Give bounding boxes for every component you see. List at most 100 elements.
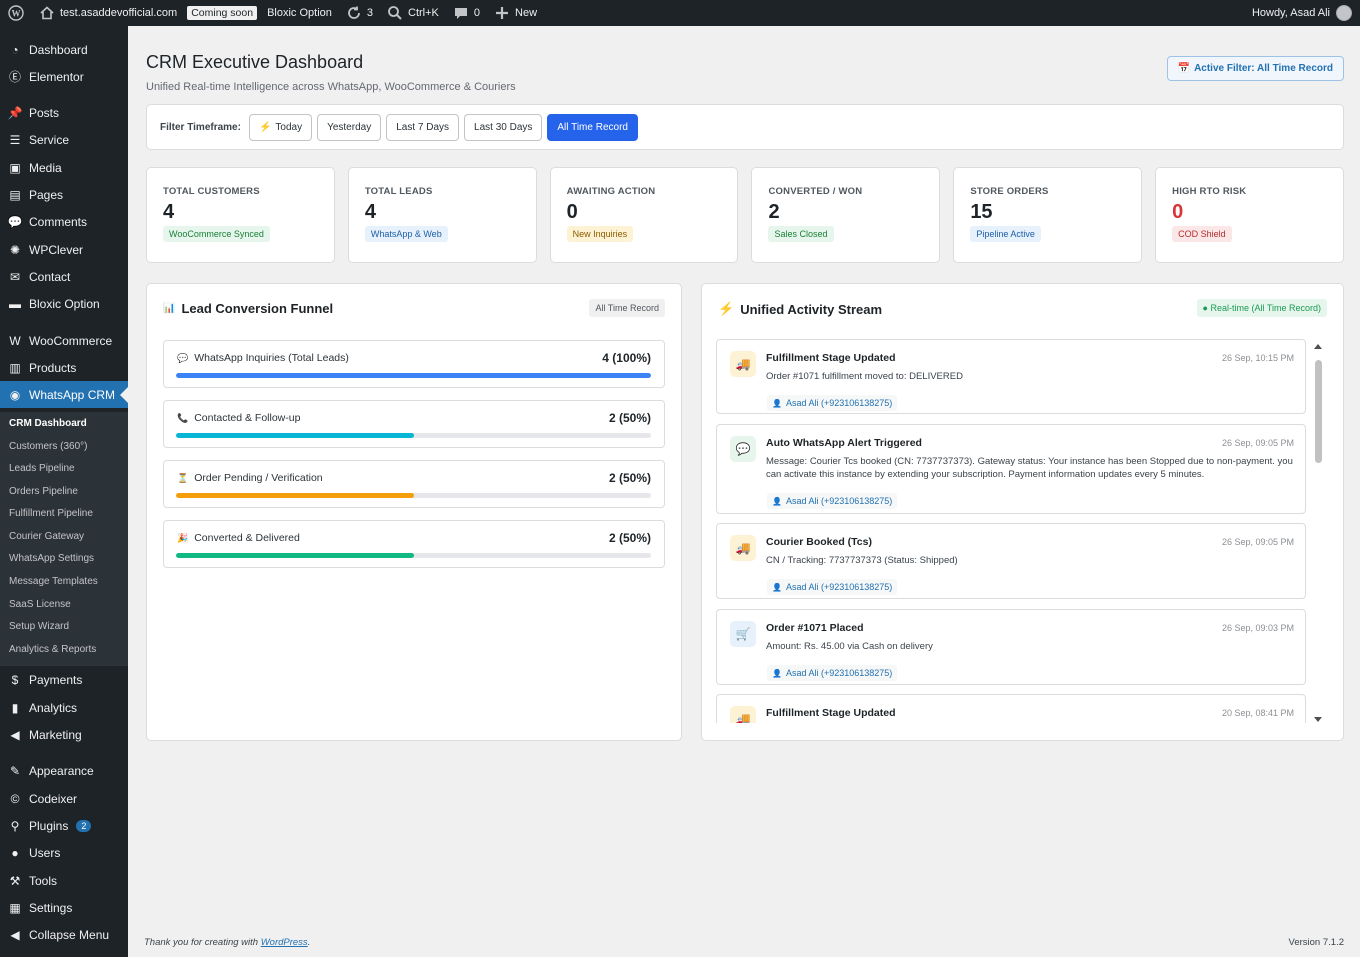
lightbulb-icon: ✺ [9, 242, 21, 257]
stats-row: TOTAL CUSTOMERS 4 WooCommerce Synced TOTAL … [146, 167, 1344, 263]
sidebar-item-pages[interactable]: ▤ Pages [0, 181, 128, 208]
sidebar-item-payments[interactable]: $ Payments [0, 666, 128, 693]
submenu-item-fulfillment-pipeline[interactable]: Fulfillment Pipeline [9, 508, 93, 519]
submenu-item-analytics-reports[interactable]: Analytics & Reports [9, 644, 96, 655]
lead-funnel-panel: 📊 Lead Conversion Funnel All Time Record… [146, 283, 682, 741]
sidebar-item-plugins[interactable]: ⚲ Plugins 2 [0, 812, 128, 839]
sidebar-item-codeixer[interactable]: © Codeixer [0, 785, 128, 812]
activity-customer-link[interactable]: 👤 Asad Ali (+923106138275) [767, 493, 898, 509]
activity-item[interactable]: 💬 Auto WhatsApp Alert Triggered 26 Sep, 09… [716, 424, 1306, 514]
admin-bar: W test.asaddevofficial.com Coming soon B… [0, 0, 1360, 26]
dashboard-icon: ◔ [11, 42, 19, 57]
funnel-label: ⏳ Order Pending / Verification [177, 472, 323, 484]
avatar [1336, 5, 1352, 21]
activity-stream-list[interactable]: 🚚 Fulfillment Stage Updated 26 Sep, 10:15 … [716, 339, 1324, 723]
funnel-label-text: Converted & Delivered [194, 532, 300, 544]
scroll-thumb[interactable] [1315, 360, 1322, 463]
my-account-link[interactable]: Howdy, Asad Ali [1252, 5, 1360, 21]
activity-description: Order #1071 fulfillment moved to: DELIVE… [766, 371, 963, 382]
filter-today-button[interactable]: ⚡ Today [248, 113, 313, 141]
command-palette-link[interactable]: Ctrl+K [380, 0, 446, 26]
sidebar-item-service[interactable]: ☰ Service [0, 126, 128, 153]
filter-yesterday-button[interactable]: Yesterday [317, 113, 382, 141]
activity-customer-link[interactable]: 👤 Asad Ali (+923106138275) [767, 395, 898, 411]
sidebar-item-woocommerce[interactable]: W WooCommerce [0, 327, 128, 354]
sidebar-item-analytics[interactable]: ▮ Analytics [0, 694, 128, 721]
wordpress-logo-icon[interactable]: W [0, 0, 32, 26]
sidebar-item-marketing[interactable]: ◀ Marketing [0, 721, 128, 748]
site-name-link[interactable]: test.asaddevofficial.com [32, 0, 184, 26]
sidebar-item-dashboard[interactable]: ◔ Dashboard [0, 36, 128, 63]
sidebar-item-users[interactable]: ● Users [0, 839, 128, 866]
sidebar-item-bloxic-option[interactable]: ▬ Bloxic Option [0, 290, 128, 317]
funnel-progress-fill [176, 373, 651, 378]
sidebar-item-label: Appearance [29, 763, 94, 778]
activity-customer-link[interactable]: 👤 Asad Ali (+923106138275) [767, 579, 898, 595]
activity-item[interactable]: 🚚 Fulfillment Stage Updated 26 Sep, 10:15 … [716, 339, 1306, 414]
sidebar-item-posts[interactable]: 📌 Posts [0, 99, 128, 126]
calendar-icon: 📅 [1177, 63, 1191, 74]
woo-icon: W [9, 333, 21, 348]
new-content-link[interactable]: New [487, 0, 544, 26]
user-icon: 👤 [772, 398, 782, 408]
chat-icon: ◉ [9, 387, 21, 402]
stat-tag: WhatsApp & Web [364, 226, 448, 242]
submenu-item-message-templates[interactable]: Message Templates [9, 576, 98, 587]
sidebar-item-tools[interactable]: ⚒ Tools [0, 867, 128, 894]
page-title: CRM Executive Dashboard [146, 52, 364, 72]
scroll-up-arrow[interactable] [1314, 344, 1322, 349]
sidebar-item-label: Users [29, 845, 61, 860]
funnel-progress-track [176, 373, 651, 378]
activity-scrollbar[interactable] [1312, 342, 1324, 722]
scroll-down-arrow[interactable] [1314, 717, 1322, 722]
filter-last-30-days-button[interactable]: Last 30 Days [464, 113, 543, 141]
comments-link[interactable]: 0 [446, 0, 487, 26]
sidebar-item-appearance[interactable]: ✎ Appearance [0, 757, 128, 784]
activity-item[interactable]: 🚚 Fulfillment Stage Updated 20 Sep, 08:41 … [716, 694, 1306, 723]
stat-tag: COD Shield [1172, 226, 1232, 242]
sidebar-item-label: Bloxic Option [29, 296, 100, 311]
sidebar-item-elementor[interactable]: Ⓔ Elementor [0, 63, 128, 90]
sidebar-item-label: Comments [29, 214, 88, 229]
submenu-item-leads-pipeline[interactable]: Leads Pipeline [9, 463, 75, 474]
submenu-item-crm-dashboard[interactable]: CRM Dashboard [9, 418, 87, 429]
submenu-item-whatsapp-settings[interactable]: WhatsApp Settings [9, 553, 94, 564]
customer-name: Asad Ali (+923106138275) [785, 398, 893, 408]
activity-customer-link[interactable]: 👤 Asad Ali (+923106138275) [767, 665, 898, 681]
hourglass-icon: ⏳ [177, 472, 189, 483]
sidebar-item-collapse-menu[interactable]: ◀ Collapse Menu [0, 921, 128, 948]
coming-soon-badge[interactable]: Coming soon [184, 0, 260, 26]
funnel-title: 📊 Lead Conversion Funnel [163, 301, 334, 316]
stat-card-total-leads: TOTAL LEADS 4 WhatsApp & Web [347, 167, 537, 263]
sidebar-item-comments[interactable]: 💬 Comments [0, 208, 128, 235]
activity-item[interactable]: 🚚 Courier Booked (Tcs) 26 Sep, 09:05 PM CN … [716, 523, 1306, 599]
sidebar-item-whatsapp-crm[interactable]: ◉ WhatsApp CRM [0, 381, 128, 408]
sidebar-item-products[interactable]: ▥ Products [0, 354, 128, 381]
sidebar-item-settings[interactable]: ▦ Settings [0, 894, 128, 921]
activity-item[interactable]: 🛒 Order #1071 Placed 26 Sep, 09:03 PM Amoun… [716, 609, 1306, 685]
filter-last-7-days-button[interactable]: Last 7 Days [386, 113, 460, 141]
submenu-item-setup-wizard[interactable]: Setup Wizard [9, 621, 69, 632]
wrench-icon: ⚒ [9, 873, 21, 888]
submenu-item-customers-360[interactable]: Customers (360°) [9, 441, 87, 452]
submenu-item-saas-license[interactable]: SaaS License [9, 599, 71, 610]
funnel-progress-fill [176, 553, 414, 558]
submenu-item-orders-pipeline[interactable]: Orders Pipeline [9, 486, 78, 497]
sidebar-item-label: Posts [29, 105, 60, 120]
mail-icon: ✉ [9, 269, 21, 284]
comments-count: 0 [473, 7, 481, 19]
bar-chart-icon: ▮ [11, 700, 19, 715]
funnel-label-text: Order Pending / Verification [194, 472, 323, 484]
sidebar-item-media[interactable]: ▣ Media [0, 154, 128, 181]
filter-all-time-button[interactable]: All Time Record [547, 113, 638, 141]
sidebar-item-wpclever[interactable]: ✺ WPClever [0, 236, 128, 263]
wordpress-link[interactable]: WordPress [261, 937, 308, 948]
updates-link[interactable]: 3 [339, 0, 380, 26]
plugin-icon: ⚲ [10, 818, 20, 833]
comment-icon [454, 8, 467, 19]
submenu-item-courier-gateway[interactable]: Courier Gateway [9, 531, 84, 542]
bloxic-option-link[interactable]: Bloxic Option [260, 0, 339, 26]
funnel-label: 📞 Contacted & Follow-up [177, 412, 300, 424]
sidebar-item-contact[interactable]: ✉ Contact [0, 263, 128, 290]
pages-icon: ▤ [9, 187, 21, 202]
